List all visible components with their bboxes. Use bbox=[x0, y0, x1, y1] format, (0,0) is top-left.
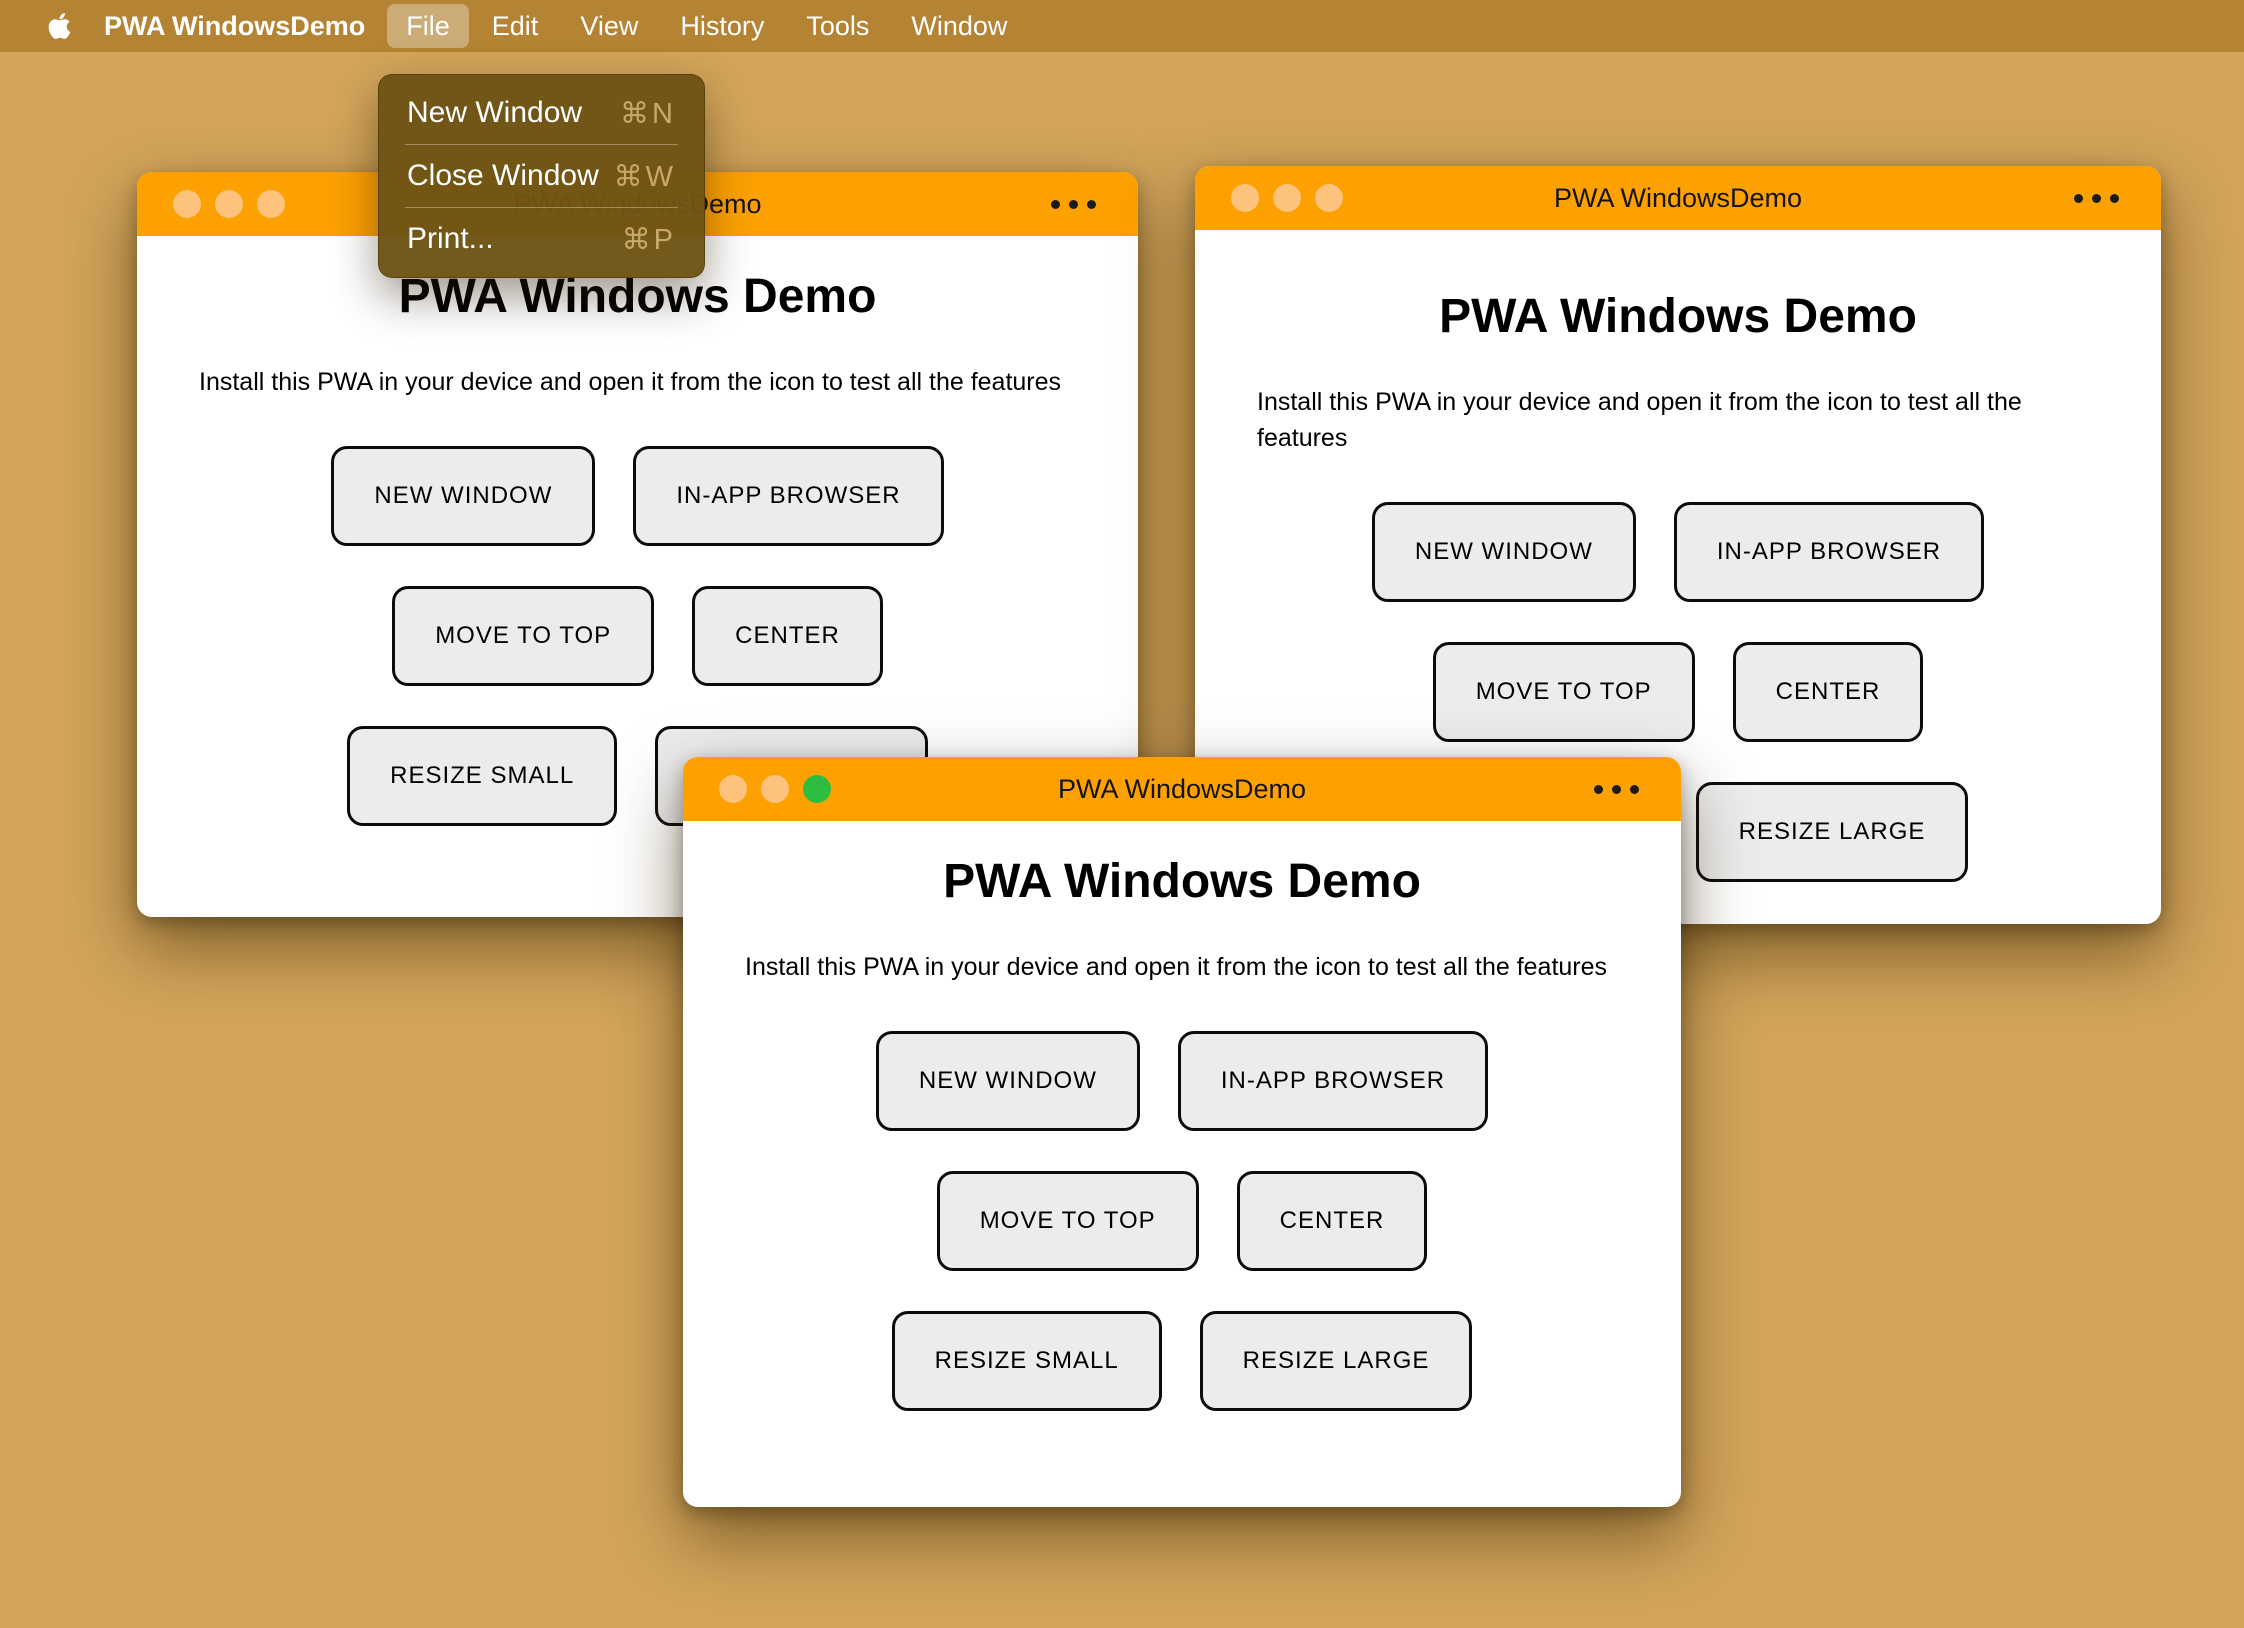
resize-small-button[interactable]: RESIZE SMALL bbox=[347, 726, 618, 826]
new-window-button[interactable]: NEW WINDOW bbox=[331, 446, 596, 546]
menu-history[interactable]: History bbox=[661, 4, 783, 48]
file-menu-dropdown: New Window ⌘N Close Window ⌘W Print... ⌘… bbox=[378, 74, 705, 278]
menu-edit[interactable]: Edit bbox=[473, 4, 558, 48]
move-to-top-button[interactable]: MOVE TO TOP bbox=[1432, 642, 1695, 742]
button-row: MOVE TO TOP CENTER bbox=[683, 1171, 1681, 1271]
menu-separator bbox=[405, 144, 678, 145]
menu-item-label: Close Window bbox=[407, 159, 599, 192]
menu-bar: PWA WindowsDemo File Edit View History T… bbox=[0, 0, 2244, 52]
pwa-window-front: PWA WindowsDemo PWA Windows Demo Install… bbox=[683, 757, 1681, 1507]
ellipsis-icon[interactable] bbox=[1051, 172, 1096, 236]
button-row: NEW WINDOW IN-APP BROWSER bbox=[1195, 502, 2161, 602]
center-button[interactable]: CENTER bbox=[692, 586, 883, 686]
menu-item-shortcut: ⌘N bbox=[620, 97, 676, 130]
new-window-button[interactable]: NEW WINDOW bbox=[875, 1031, 1140, 1131]
page-description: Install this PWA in your device and open… bbox=[1257, 388, 2022, 452]
menu-item-label: Print... bbox=[407, 222, 494, 255]
window-body: PWA Windows Demo Install this PWA in you… bbox=[137, 270, 1138, 826]
button-row: RESIZE SMALL RESIZE LARGE bbox=[683, 1311, 1681, 1411]
menu-item-print[interactable]: Print... ⌘P bbox=[379, 210, 704, 268]
window-titlebar[interactable]: PWA WindowsDemo bbox=[683, 757, 1681, 821]
center-button[interactable]: CENTER bbox=[1732, 642, 1924, 742]
menu-window[interactable]: Window bbox=[892, 4, 1026, 48]
menu-view[interactable]: View bbox=[561, 4, 657, 48]
resize-small-button[interactable]: RESIZE SMALL bbox=[891, 1311, 1162, 1411]
button-row: NEW WINDOW IN-APP BROWSER bbox=[683, 1031, 1681, 1131]
page-title: PWA Windows Demo bbox=[1439, 290, 1917, 343]
ellipsis-icon[interactable] bbox=[1594, 757, 1639, 821]
page-title: PWA Windows Demo bbox=[943, 855, 1421, 908]
page-description: Install this PWA in your device and open… bbox=[199, 368, 1062, 396]
resize-large-button[interactable]: RESIZE LARGE bbox=[1695, 782, 1969, 882]
apple-icon bbox=[48, 13, 70, 39]
new-window-button[interactable]: NEW WINDOW bbox=[1371, 502, 1636, 602]
window-titlebar[interactable]: PWA WindowsDemo bbox=[1195, 166, 2161, 230]
move-to-top-button[interactable]: MOVE TO TOP bbox=[936, 1171, 1199, 1271]
app-menu[interactable]: PWA WindowsDemo bbox=[90, 0, 385, 52]
menu-item-shortcut: ⌘P bbox=[621, 223, 676, 256]
menu-separator bbox=[405, 207, 678, 208]
page-description: Install this PWA in your device and open… bbox=[745, 953, 1608, 981]
window-title: PWA WindowsDemo bbox=[1553, 182, 1803, 213]
window-body: PWA Windows Demo Install this PWA in you… bbox=[683, 855, 1681, 1411]
apple-menu[interactable] bbox=[28, 0, 90, 52]
button-row: MOVE TO TOP CENTER bbox=[1195, 642, 2161, 742]
page-title: PWA Windows Demo bbox=[398, 270, 877, 323]
in-app-browser-button[interactable]: IN-APP BROWSER bbox=[1673, 502, 1985, 602]
in-app-browser-button[interactable]: IN-APP BROWSER bbox=[633, 446, 944, 546]
button-row: MOVE TO TOP CENTER bbox=[137, 586, 1138, 686]
menu-item-label: New Window bbox=[407, 96, 583, 129]
menu-item-shortcut: ⌘W bbox=[613, 160, 676, 193]
in-app-browser-button[interactable]: IN-APP BROWSER bbox=[1177, 1031, 1489, 1131]
ellipsis-icon[interactable] bbox=[2074, 166, 2119, 230]
menu-item-close-window[interactable]: Close Window ⌘W bbox=[379, 147, 704, 205]
center-button[interactable]: CENTER bbox=[1236, 1171, 1428, 1271]
button-row: NEW WINDOW IN-APP BROWSER bbox=[137, 446, 1138, 546]
menu-file[interactable]: File bbox=[387, 4, 469, 48]
menu-item-new-window[interactable]: New Window ⌘N bbox=[379, 84, 704, 142]
resize-large-button[interactable]: RESIZE LARGE bbox=[1199, 1311, 1473, 1411]
menu-tools[interactable]: Tools bbox=[787, 4, 888, 48]
window-title: PWA WindowsDemo bbox=[1057, 773, 1307, 804]
move-to-top-button[interactable]: MOVE TO TOP bbox=[392, 586, 655, 686]
